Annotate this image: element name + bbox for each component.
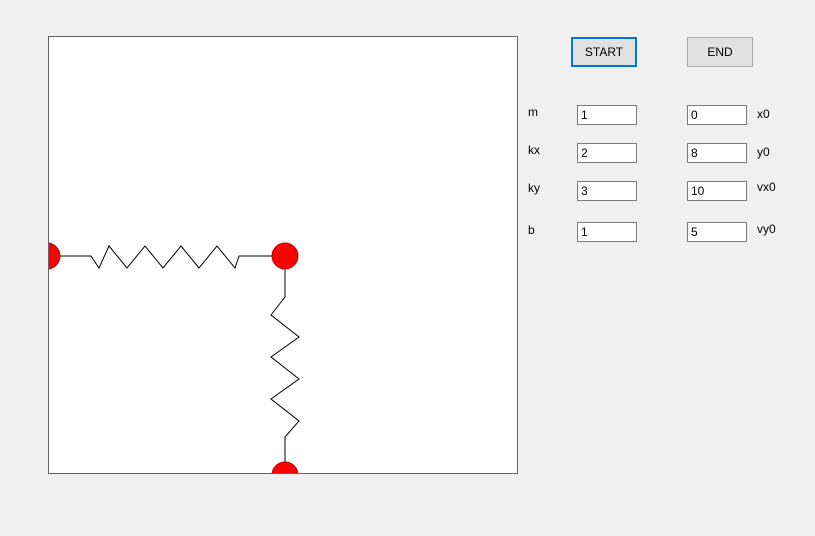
label-vy0: vy0 — [757, 222, 776, 236]
ky-field[interactable] — [577, 181, 637, 201]
vy0-field[interactable] — [687, 222, 747, 242]
simulation-canvas — [48, 36, 518, 474]
left-anchor-mass — [49, 242, 61, 270]
bottom-anchor-mass — [271, 461, 299, 473]
label-y0: y0 — [757, 145, 770, 159]
moving-mass — [271, 242, 299, 270]
label-ky: ky — [528, 181, 540, 195]
b-field[interactable] — [577, 222, 637, 242]
x0-field[interactable] — [687, 105, 747, 125]
label-m: m — [528, 105, 538, 119]
simulation-drawing — [49, 242, 300, 473]
y0-field[interactable] — [687, 143, 747, 163]
label-vx0: vx0 — [757, 180, 776, 194]
m-field[interactable] — [577, 105, 637, 125]
end-button[interactable]: END — [687, 37, 753, 67]
label-x0: x0 — [757, 107, 770, 121]
start-button[interactable]: START — [571, 37, 637, 67]
kx-field[interactable] — [577, 143, 637, 163]
vertical-spring — [270, 256, 300, 473]
label-b: b — [528, 223, 535, 237]
label-kx: kx — [528, 143, 540, 157]
horizontal-spring — [49, 245, 285, 270]
vx0-field[interactable] — [687, 181, 747, 201]
